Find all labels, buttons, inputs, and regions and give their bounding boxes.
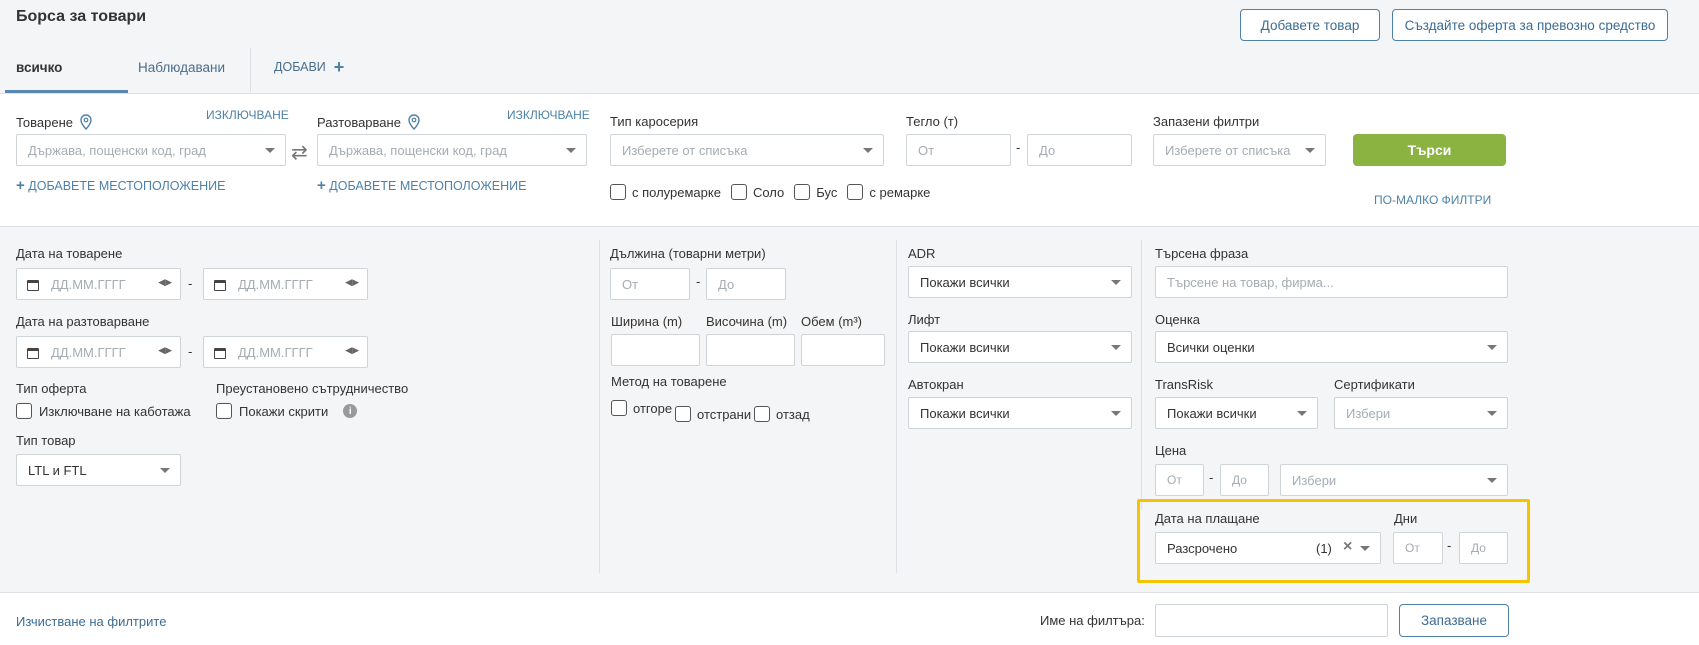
volume-label: Обем (m³)	[801, 314, 863, 329]
unloading-add-location-link[interactable]: + ДОБАВЕТЕ МЕСТОПОЛОЖЕНИЕ	[317, 177, 526, 194]
trailer-checkbox[interactable]	[847, 184, 864, 200]
exclude-cabotage-checkbox	[16, 403, 32, 419]
search-button[interactable]: Търси	[1353, 134, 1506, 166]
loading-method-rear[interactable]: отзад	[754, 406, 810, 422]
cargo-type-label: Тип товар	[16, 433, 76, 448]
calendar-icon	[27, 348, 39, 359]
lift-label: Лифт	[908, 312, 941, 327]
unloading-date-to-input[interactable]: ДД.ММ.ГГГГ ◀▶	[203, 336, 368, 368]
adr-select[interactable]: Покажи всички	[908, 266, 1132, 298]
width-input[interactable]	[611, 334, 700, 366]
cargo-type-select[interactable]: LTL и FTL	[16, 454, 181, 486]
length-to-input[interactable]: До	[706, 268, 786, 300]
lift-select[interactable]: Покажи всички	[908, 331, 1132, 363]
filter-name-input[interactable]	[1155, 604, 1388, 637]
tab-watched[interactable]: Наблюдавани	[138, 60, 225, 75]
arrows-icon: ◀▶	[158, 345, 172, 355]
saved-filters-label: Запазени филтри	[1153, 114, 1260, 129]
loading-date-to-input[interactable]: ДД.ММ.ГГГГ ◀▶	[203, 268, 368, 300]
tab-add-label: ДОБАВИ	[274, 60, 326, 74]
location-pin-icon	[408, 114, 420, 130]
unloading-date-label: Дата на разтоварване	[16, 314, 150, 329]
saved-filters-select[interactable]: Изберете от списъка	[1153, 134, 1326, 166]
unloading-date-from-input[interactable]: ДД.ММ.ГГГГ ◀▶	[16, 336, 181, 368]
unloading-label: Разтоварване	[317, 114, 421, 130]
body-type-select[interactable]: Изберете от списъка	[610, 134, 884, 166]
fewer-filters-link[interactable]: ПО-МАЛКО ФИЛТРИ	[1374, 193, 1491, 207]
loading-date-from-input[interactable]: ДД.ММ.ГГГГ ◀▶	[16, 268, 181, 300]
offer-type-label: Тип оферта	[16, 381, 87, 396]
loading-exclude-link[interactable]: ИЗКЛЮЧВАНЕ	[206, 108, 289, 122]
suspended-label: Преустановено сътрудничество	[216, 381, 409, 396]
unloading-location-select[interactable]: Държава, пощенски код, град	[317, 134, 587, 166]
filter-name-label: Име на филтъра:	[1040, 613, 1145, 628]
calendar-icon	[214, 280, 226, 291]
phrase-input[interactable]: Търсене на товар, фирма...	[1155, 266, 1508, 298]
info-icon: i	[343, 404, 358, 418]
calendar-icon	[214, 348, 226, 359]
arrows-icon: ◀▶	[345, 277, 359, 287]
length-label: Дължина (товарни метри)	[610, 246, 766, 261]
loading-method-top[interactable]: отгоре	[611, 400, 672, 416]
tab-add[interactable]: ДОБАВИ +	[274, 57, 345, 77]
arrows-icon: ◀▶	[158, 277, 172, 287]
loading-method-side[interactable]: отстрани	[675, 406, 751, 422]
certificates-select[interactable]: Избери	[1334, 397, 1508, 429]
loading-label: Товарене	[16, 114, 93, 130]
price-from-input[interactable]: От	[1155, 464, 1204, 496]
solo-checkbox[interactable]	[730, 184, 747, 200]
phrase-label: Търсена фраза	[1155, 246, 1249, 261]
width-label: Ширина (m)	[611, 314, 683, 329]
height-input[interactable]	[706, 334, 795, 366]
swap-icon[interactable]: ⇄	[291, 140, 308, 165]
location-pin-icon	[80, 114, 92, 130]
unloading-exclude-link[interactable]: ИЗКЛЮЧВАНЕ	[507, 108, 590, 122]
rating-select[interactable]: Всички оценки	[1155, 331, 1508, 363]
semitrailer-checkbox[interactable]	[610, 184, 626, 200]
crane-select[interactable]: Покажи всички	[908, 397, 1132, 429]
show-hidden-option[interactable]: Покажи скрити i	[216, 403, 358, 419]
weight-label: Тегло (т)	[906, 114, 959, 129]
save-filter-button[interactable]: Запазване	[1399, 604, 1509, 637]
arrows-icon: ◀▶	[345, 345, 359, 355]
rating-label: Оценка	[1155, 312, 1201, 327]
weight-to-input[interactable]: До	[1027, 134, 1132, 166]
bus-checkbox[interactable]	[794, 184, 811, 200]
tab-all[interactable]: всичко	[16, 60, 62, 75]
highlight-frame	[1137, 499, 1530, 583]
adr-label: ADR	[908, 246, 936, 261]
transrisk-label: TransRisk	[1155, 377, 1214, 392]
page-title: Борса за товари	[16, 8, 147, 25]
add-cargo-button[interactable]: Добавете товар	[1240, 9, 1380, 41]
weight-from-input[interactable]: От	[906, 134, 1011, 166]
body-type-options: с полуремарке Соло Бус с ремарке	[610, 184, 930, 200]
plus-icon: +	[333, 57, 345, 77]
price-currency-select[interactable]: Избери	[1280, 464, 1508, 496]
volume-input[interactable]	[801, 334, 885, 366]
create-vehicle-offer-button[interactable]: Създайте оферта за превозно средство	[1392, 9, 1668, 41]
body-type-label: Тип каросерия	[610, 114, 699, 129]
loading-method-label: Метод на товарене	[611, 374, 727, 389]
loading-location-select[interactable]: Държава, пощенски код, град	[16, 134, 286, 166]
show-hidden-checkbox	[216, 403, 232, 419]
exclude-cabotage-option[interactable]: Изключване на каботажа	[16, 403, 191, 419]
height-label: Височина (m)	[706, 314, 788, 329]
price-label: Цена	[1155, 443, 1187, 458]
calendar-icon	[27, 280, 39, 291]
loading-date-label: Дата на товарене	[16, 246, 123, 261]
length-from-input[interactable]: От	[610, 268, 690, 300]
crane-label: Автокран	[908, 377, 964, 392]
loading-add-location-link[interactable]: + ДОБАВЕТЕ МЕСТОПОЛОЖЕНИЕ	[16, 177, 225, 194]
transrisk-select[interactable]: Покажи всички	[1155, 397, 1318, 429]
clear-filters-link[interactable]: Изчистване на филтрите	[16, 614, 166, 629]
certificates-label: Сертификати	[1334, 377, 1415, 392]
price-to-input[interactable]: До	[1220, 464, 1269, 496]
